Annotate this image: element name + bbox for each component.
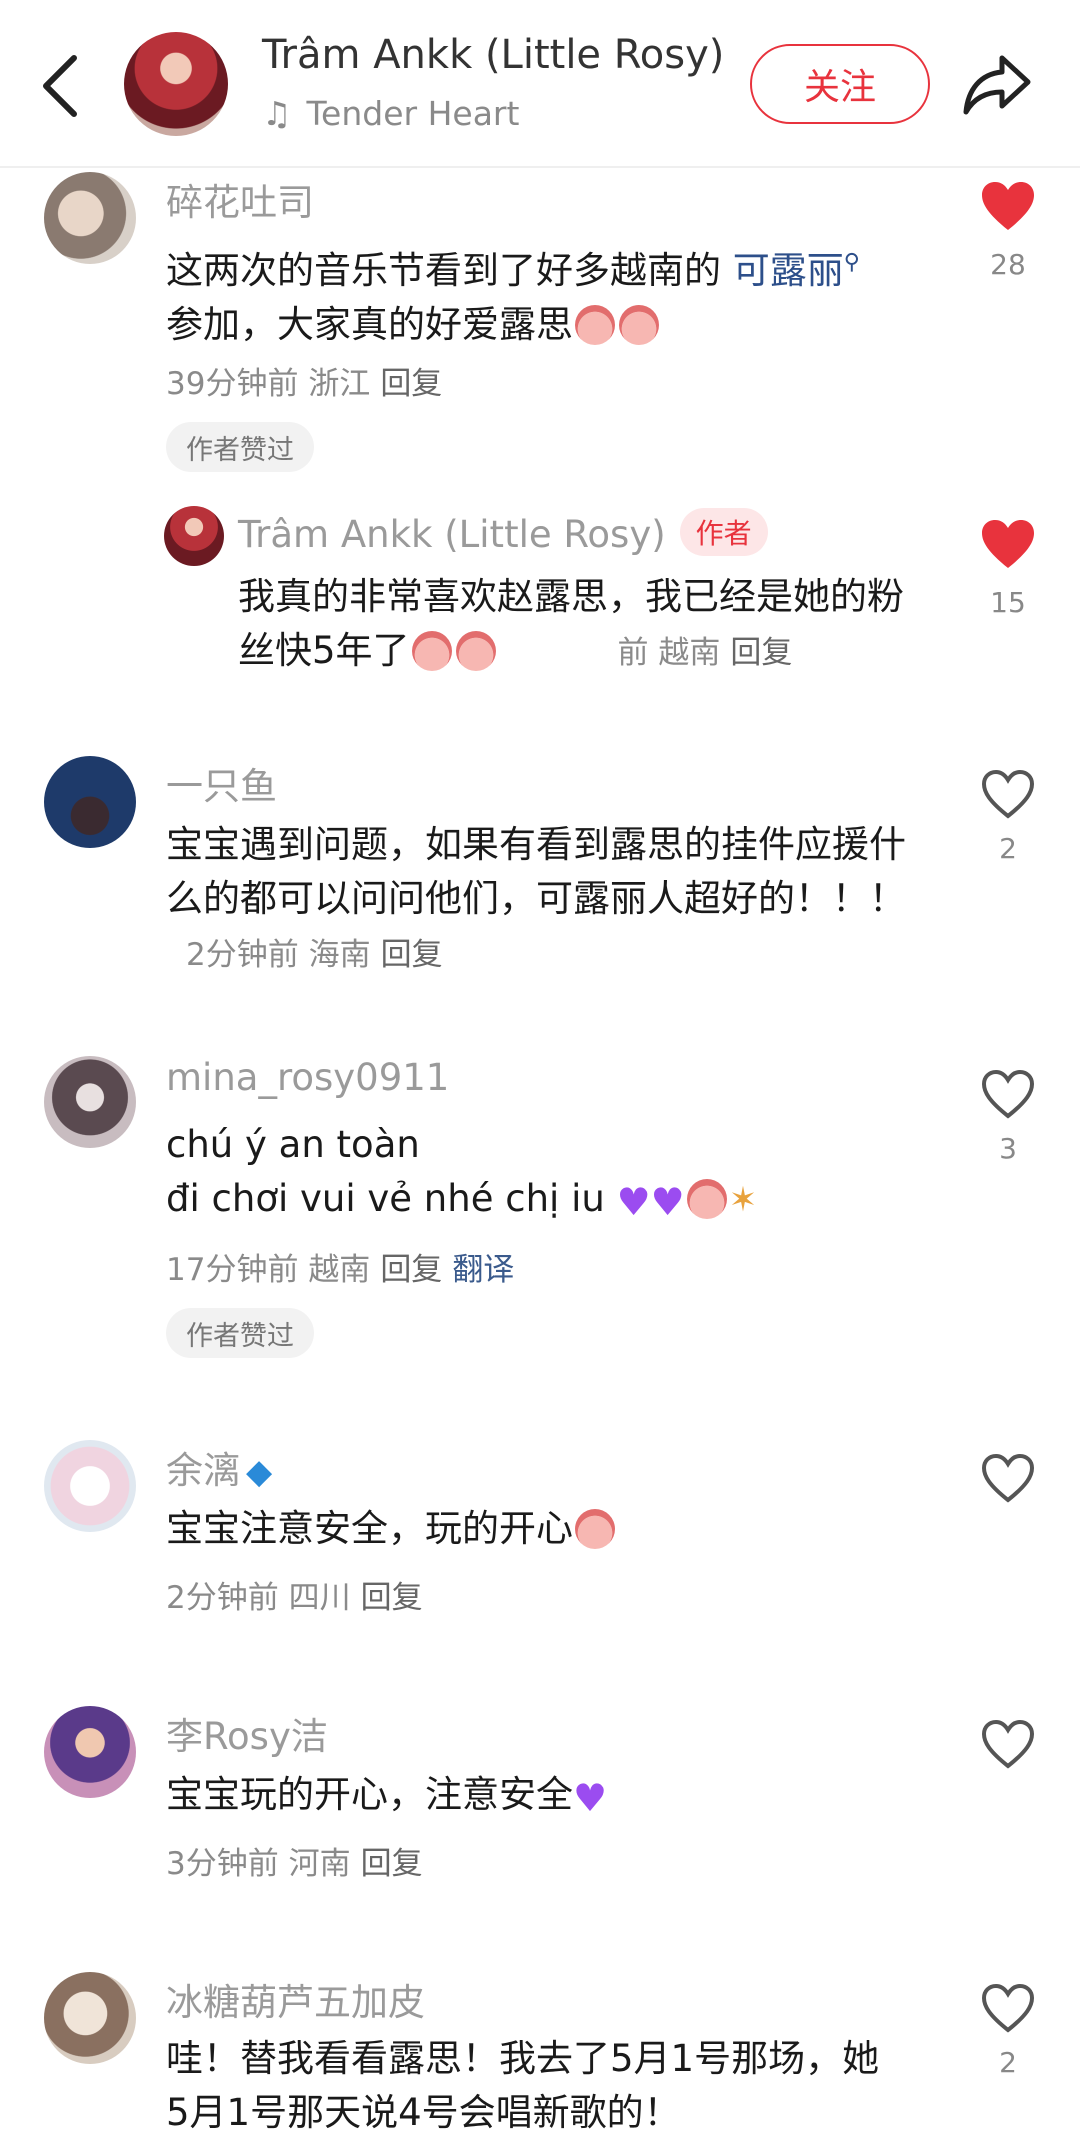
comment-text: 哇！替我看看露思！我去了5月1号那场，她5月1号那天说4号会唱新歌的！ [166, 2037, 880, 2134]
reply-button[interactable]: 回复 [381, 937, 443, 973]
like-heart-icon[interactable] [980, 1068, 1036, 1120]
reply-button[interactable]: 回复 [730, 635, 792, 671]
purple-heart-icon: ♥ [650, 1180, 685, 1224]
comment-text: chú ý an toàn đi chơi vui vẻ nhé chị iu … [166, 1118, 926, 1229]
comment-text: 宝宝玩的开心，注意安全♥ [166, 1768, 926, 1825]
comment-text: 宝宝遇到问题，如果有看到露思的挂件应援什么的都可以问问他们，可露丽人超好的！！！… [166, 823, 906, 973]
author-avatar[interactable] [164, 506, 224, 566]
comment-text: 宝宝注意安全，玩的开心 [166, 1502, 926, 1556]
comment-meta: 2分钟前 四川 回复 [166, 1580, 423, 1616]
like-heart-icon[interactable] [980, 768, 1036, 820]
like-heart-icon[interactable] [980, 1718, 1036, 1770]
username[interactable]: 李Rosy洁 [166, 1706, 328, 1760]
username[interactable]: 一只鱼 [166, 756, 277, 810]
reply-button[interactable]: 回复 [380, 366, 442, 402]
emoji-icon [575, 1509, 615, 1549]
author-avatar[interactable] [124, 32, 228, 136]
comment-meta: 3分钟前 河南 回复 [166, 1846, 423, 1882]
emoji-icon [686, 1179, 727, 1219]
author-liked-badge: 作者赞过 [166, 422, 314, 472]
username: Trâm Ankk (Little Rosy) 作者 [238, 508, 768, 556]
translate-button[interactable]: 翻译 [452, 1252, 514, 1288]
like-heart-icon[interactable] [980, 1452, 1036, 1504]
fish-emoji-icon: ◆ [246, 1452, 273, 1492]
user-avatar[interactable] [44, 1706, 136, 1798]
back-arrow-icon[interactable] [34, 50, 90, 122]
purple-heart-icon: ♥ [573, 1776, 608, 1820]
share-icon[interactable] [962, 52, 1032, 118]
song-info[interactable]: ♫ Tender Heart [262, 94, 519, 133]
purple-heart-icon: ♥ [616, 1180, 651, 1224]
emoji-icon [455, 631, 496, 671]
like-count: 3 [999, 1132, 1017, 1165]
reply-button[interactable]: 回复 [361, 1580, 423, 1616]
comment-text: 我真的非常喜欢赵露思，我已经是她的粉丝快5年了前 越南 回复 [238, 575, 904, 672]
username: 余漓 ◆ [166, 1449, 273, 1492]
username[interactable]: 碎花吐司 [166, 172, 314, 226]
username[interactable]: mina_rosy0911 [166, 1056, 449, 1099]
search-small-icon: ⚲ [843, 250, 860, 275]
comment-meta: 17分钟前 越南 回复 翻译 [166, 1252, 515, 1288]
like-heart-icon[interactable] [980, 1982, 1036, 2034]
comment-text: 这两次的音乐节看到了好多越南的 可露丽⚲ 参加，大家真的好爱露思 [166, 249, 860, 346]
comment-meta: 前 越南 回复 [617, 635, 793, 671]
like-count: 2 [999, 2046, 1017, 2079]
author-tag: 作者 [679, 508, 768, 556]
like-heart-icon[interactable] [980, 518, 1036, 570]
comment-meta: 39分钟前 浙江 回复 [166, 366, 443, 402]
author-name[interactable]: Trâm Ankk (Little Rosy) [262, 32, 724, 78]
user-avatar[interactable] [44, 756, 136, 848]
user-avatar[interactable] [44, 1056, 136, 1148]
comment-meta: 2分钟前 海南 回复 [186, 937, 443, 973]
emoji-icon [575, 305, 615, 345]
search-link[interactable]: 可露丽 [733, 249, 844, 292]
username[interactable]: 冰糖葫芦五加皮 [166, 1972, 425, 2026]
follow-button[interactable]: 关注 [750, 44, 930, 124]
reply-button[interactable]: 回复 [361, 1846, 423, 1882]
like-count: 28 [990, 248, 1026, 281]
user-avatar[interactable] [44, 172, 136, 264]
like-count: 15 [990, 586, 1026, 619]
music-note-icon: ♫ [262, 94, 292, 133]
party-popper-icon: ✶ [728, 1180, 758, 1220]
like-heart-icon[interactable] [980, 180, 1036, 232]
author-liked-badge: 作者赞过 [166, 1308, 314, 1358]
emoji-icon [411, 631, 452, 671]
user-avatar[interactable] [44, 1440, 136, 1532]
song-title: Tender Heart [306, 94, 520, 133]
top-bar: Trâm Ankk (Little Rosy) ♫ Tender Heart 关… [0, 0, 1080, 168]
user-avatar[interactable] [44, 1972, 136, 2064]
emoji-icon [619, 305, 659, 345]
reply-button[interactable]: 回复 [380, 1252, 442, 1288]
like-count: 2 [999, 832, 1017, 865]
